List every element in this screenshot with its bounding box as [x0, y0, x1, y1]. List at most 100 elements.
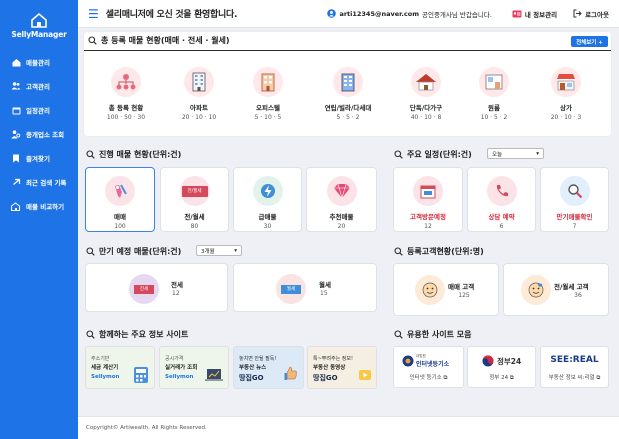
expire-card-jeonse[interactable]: 전세 전세 12	[85, 263, 228, 312]
registry-logo: 대법원 인터넷등기소	[402, 354, 449, 368]
card-label: 급매물	[258, 213, 277, 221]
card-value: 12	[424, 223, 432, 230]
stat-value: 5 · 10 · 5	[254, 114, 282, 121]
progress-card-urgent[interactable]: 급매물 30	[233, 167, 302, 232]
card-value: 80	[190, 223, 199, 230]
schedule-card-visit[interactable]: 고객방문예정 12	[393, 167, 463, 232]
sidebar-item-customers[interactable]: 고객관리	[0, 74, 78, 98]
stat-value: 100 · 50 · 30	[106, 114, 146, 121]
stat-label: 단독/다가구	[409, 104, 443, 112]
hamburger-menu-icon[interactable]: ☰	[88, 8, 99, 20]
stat-officetel[interactable]: 오피스텔 5 · 10 · 5	[232, 67, 304, 121]
banner-line2: 세금 계산기	[91, 365, 119, 371]
banner-price-lookup[interactable]: 공시가격 실거래가 조회 Sellymon	[159, 346, 229, 389]
stat-total[interactable]: 총 등록 현황 100 · 50 · 30	[90, 67, 162, 121]
banner-line1: 톡~뿌려주는 정보!	[313, 356, 353, 362]
gov24-logo-text: 정부24	[497, 356, 522, 366]
sidebar-item-label: 중개업소 조회	[26, 131, 65, 139]
customer-card-sale[interactable]: 매매 고객 125	[393, 263, 499, 316]
progress-card-recommend[interactable]: 추천매물 20	[306, 167, 377, 232]
card-label: 추천매물	[329, 213, 354, 221]
sidebar-item-favorites[interactable]: 즐겨찾기	[0, 146, 78, 170]
store-icon	[551, 67, 581, 97]
link-label-text: 정부 24	[489, 375, 509, 381]
card-value: 12	[172, 290, 180, 297]
stat-apartment[interactable]: 아파트 20 · 10 · 10	[163, 67, 235, 121]
link-seereal[interactable]: SEE:REAL 부동산 정보 씨:리얼 ⧉	[540, 346, 609, 388]
banner-brand: 땅집GO	[313, 374, 338, 382]
my-info-button[interactable]: 내 정보관리	[512, 9, 557, 19]
schedule-card-consult[interactable]: 상담 예약 6	[467, 167, 536, 232]
card-label: 만기매물확인	[556, 213, 593, 221]
compare-icon	[11, 201, 21, 211]
oneroom-icon	[479, 67, 509, 97]
link-label: 인터넷 등기소 ⧉	[394, 373, 463, 382]
total-listings-panel: 총 등록 매물 현황(매매 · 전세 · 월세) 전체보기 + 총 등록 현황 …	[84, 32, 611, 136]
history-icon	[11, 177, 21, 187]
magnifier-icon	[559, 176, 590, 206]
expire-period-select[interactable]: 3개월 ▾	[196, 245, 242, 256]
header-user-area: arti12345@naver.com 공인중개사님 반갑습니다. 내 정보관리…	[327, 9, 609, 19]
sidebar-item-agent-search[interactable]: 중개업소 조회	[0, 122, 78, 146]
progress-title-text: 진행 매물 현황(단위:건)	[99, 150, 182, 159]
stat-villa[interactable]: 연립/빌라/다세대 5 · 5 · 2	[309, 67, 387, 121]
laptop-chart-icon	[205, 369, 223, 381]
panel-divider	[84, 50, 611, 51]
search-icon	[86, 330, 95, 339]
search-icon	[394, 330, 403, 339]
link-gov24[interactable]: 정부24 정부 24 ⧉	[467, 346, 536, 388]
partners-title-text: 함께하는 주요 정보 사이트	[99, 330, 189, 339]
lightning-icon	[252, 176, 283, 206]
card-label: 전세	[171, 281, 183, 289]
logout-button[interactable]: 로그아웃	[573, 9, 609, 19]
apartment-icon	[184, 67, 214, 97]
sidebar-item-recent-search[interactable]: 최근 검색 기록	[0, 170, 78, 194]
card-label: 고객방문예정	[410, 213, 446, 221]
search-icon	[86, 150, 95, 159]
sidebar-item-label: 최근 검색 기록	[26, 179, 67, 187]
banner-realestate-video[interactable]: 톡~뿌려주는 정보! 부동산 동영상 땅집GO	[307, 346, 377, 389]
banner-line2: 부동산 동영상	[313, 365, 346, 371]
stat-value: 20 · 10 · 3	[550, 114, 582, 121]
phone-icon	[486, 176, 517, 206]
stat-value: 5 · 5 · 2	[336, 114, 360, 121]
stat-store[interactable]: 상가 20 · 10 · 3	[530, 67, 602, 121]
banner-brand: 땅집GO	[239, 374, 264, 382]
view-all-button[interactable]: 전체보기 +	[571, 36, 608, 47]
schedule-card-expire[interactable]: 만기매물확인 7	[540, 167, 609, 232]
progress-card-rent[interactable]: 전/월세 전/월세 80	[160, 167, 229, 232]
registry-emblem-icon	[402, 355, 414, 367]
caret-down-icon: ▾	[536, 150, 539, 157]
play-video-icon	[359, 370, 371, 380]
card-value: 20	[337, 223, 346, 230]
progress-card-sale[interactable]: 매매 100	[85, 167, 155, 232]
card-value: 6	[499, 223, 504, 230]
stat-oneroom[interactable]: 원룸 10 · 5 · 2	[458, 67, 530, 121]
sidebar-item-property[interactable]: 매물관리	[0, 50, 78, 74]
customer-card-rent[interactable]: 전/월세 고객 36	[503, 263, 609, 316]
brand-logo[interactable]: SellyManager	[0, 12, 78, 39]
sidebar-item-schedule[interactable]: 일정관리	[0, 98, 78, 122]
seereal-logo: SEE:REAL	[550, 355, 599, 365]
stat-detached[interactable]: 단독/다가구 40 · 10 · 8	[390, 67, 462, 121]
external-link-icon: ⧉	[443, 375, 448, 381]
stat-value: 20 · 10 · 10	[181, 114, 217, 121]
smile-face-icon	[415, 275, 445, 305]
links-title: 유용한 사이트 모음	[394, 329, 471, 340]
stat-label: 아파트	[190, 104, 208, 112]
schedule-title-text: 주요 일정(단위:건)	[407, 150, 472, 159]
taegeuk-icon	[482, 355, 494, 367]
total-listings-title: 총 등록 매물 현황(매매 · 전세 · 월세)	[101, 36, 230, 45]
card-label: 월세	[319, 281, 331, 289]
sidebar-item-compare[interactable]: 매물 비교하기	[0, 194, 78, 218]
expire-card-wolse[interactable]: 월세 월세 15	[233, 263, 377, 312]
schedule-period-select[interactable]: 오늘 ▾	[487, 148, 544, 159]
card-label: 매매	[114, 213, 126, 221]
banner-tax-calculator[interactable]: 주소기반 세금 계산기 Sellymon	[85, 346, 155, 389]
link-internet-registry[interactable]: 대법원 인터넷등기소 인터넷 등기소 ⧉	[393, 346, 464, 388]
house-icon	[411, 67, 441, 97]
banner-brand: Sellymon	[165, 374, 194, 380]
stat-label: 총 등록 현황	[108, 104, 144, 112]
banner-realestate-news[interactable]: 놓치면 안될 필독! 부동산 뉴스 땅집GO	[233, 346, 304, 389]
stat-label: 오피스텔	[256, 104, 280, 112]
